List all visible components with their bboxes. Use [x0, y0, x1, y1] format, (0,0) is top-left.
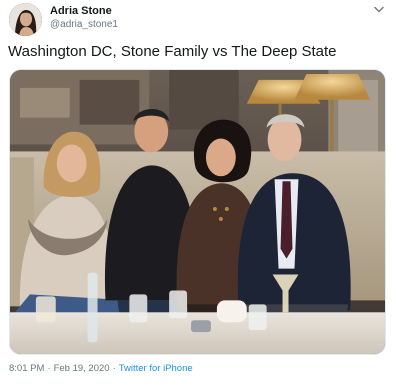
tweet-text: Washington DC, Stone Family vs The Deep … — [8, 43, 337, 60]
meta-separator: · — [47, 363, 51, 374]
tweet-meta: 8:01 PM · Feb 19, 2020 · Twitter for iPhone — [9, 362, 193, 376]
author-handle[interactable]: @adria_stone1 — [50, 19, 118, 31]
avatar[interactable] — [9, 3, 42, 36]
tweet-time[interactable]: 8:01 PM — [9, 363, 44, 374]
author-name[interactable]: Adria Stone — [50, 5, 112, 18]
tweet-source-link[interactable]: Twitter for iPhone — [119, 363, 193, 374]
chevron-down-icon[interactable] — [372, 3, 386, 15]
tweet: Adria Stone @adria_stone1 Washington DC,… — [0, 0, 396, 387]
photo-image — [10, 70, 385, 354]
avatar-image — [9, 3, 42, 36]
tweet-date[interactable]: Feb 19, 2020 — [54, 363, 110, 374]
meta-separator: · — [112, 363, 116, 374]
tweet-photo[interactable] — [9, 69, 386, 355]
